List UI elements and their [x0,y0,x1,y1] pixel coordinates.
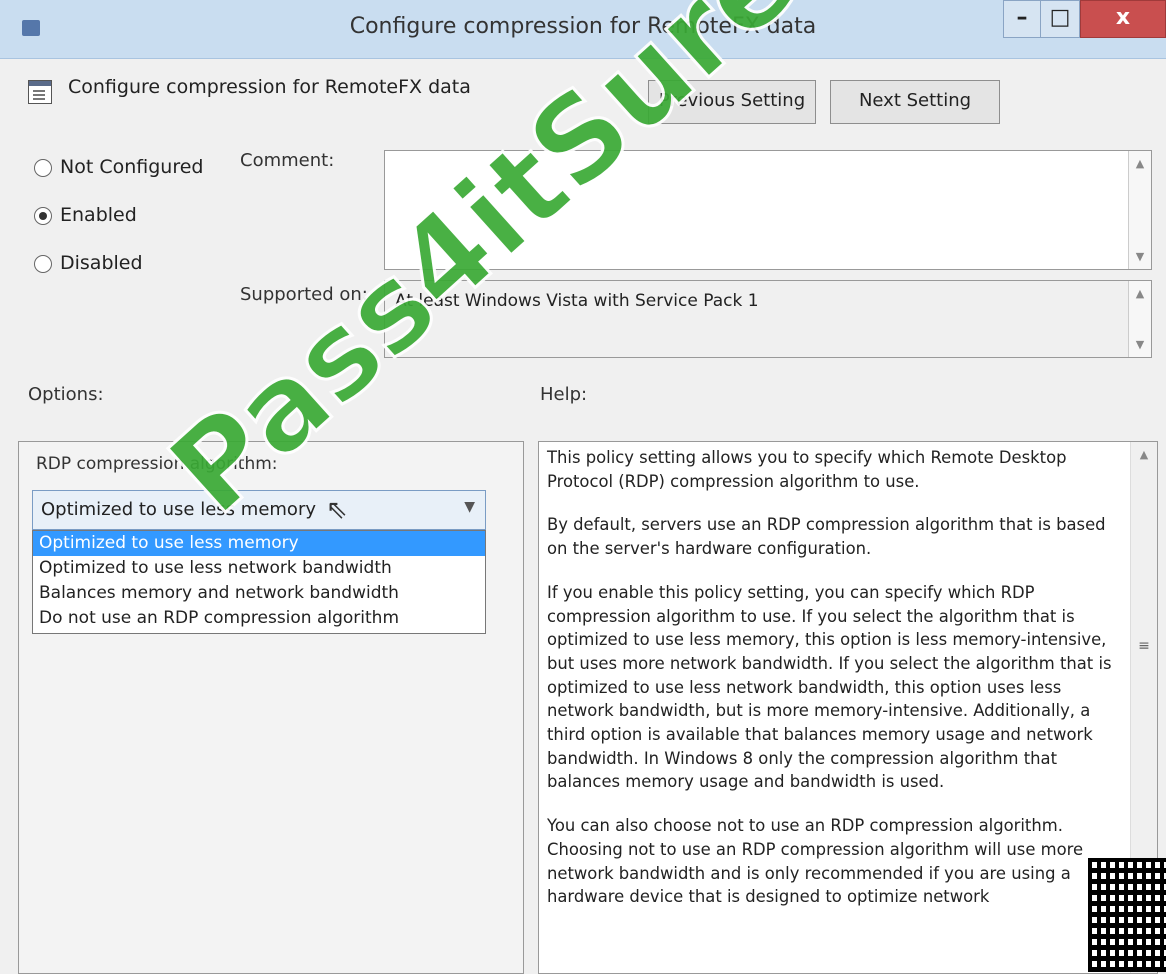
radio-button[interactable] [34,206,52,225]
help-paragraph: By default, servers use an RDP compressi… [547,515,1106,559]
minimize-button[interactable]: – [1003,0,1041,38]
scroll-grip-icon[interactable]: ≡ [1131,638,1157,654]
next-setting-button[interactable]: Next Setting [830,80,1000,124]
help-text-box: This policy setting allows you to specif… [538,441,1158,974]
radio-label: Not Configured [60,156,204,178]
help-text: This policy setting allows you to specif… [547,446,1123,929]
options-heading: Options: [28,384,104,405]
policy-setting-icon [28,80,52,104]
supported-on-label: Supported on: [240,284,368,305]
radio-enabled[interactable]: Enabled [34,204,137,226]
radio-button[interactable] [34,254,52,273]
dropdown-option[interactable]: Do not use an RDP compression algorithm [33,606,485,631]
dropdown-option[interactable]: Optimized to use less memory [33,531,485,556]
dropdown-list[interactable]: Optimized to use less memory Optimized t… [32,530,486,634]
comment-scrollbar[interactable]: ▲ ▼ [1128,151,1151,269]
scroll-down-icon[interactable]: ▼ [1129,250,1151,263]
qr-code-icon [1088,858,1166,972]
help-paragraph: This policy setting allows you to specif… [547,448,1067,491]
supported-scrollbar[interactable]: ▲ ▼ [1128,281,1151,357]
comment-label: Comment: [240,150,335,171]
help-paragraph: You can also choose not to use an RDP co… [547,816,1084,907]
help-paragraph: If you enable this policy setting, you c… [547,582,1112,792]
radio-not-configured[interactable]: Not Configured [34,156,203,178]
maximize-button[interactable]: □ [1040,0,1080,38]
supported-on-value: At least Windows Vista with Service Pack… [395,291,759,311]
policy-name: Configure compression for RemoteFX data [68,76,471,98]
chevron-down-icon[interactable]: ▼ [464,499,475,515]
help-heading: Help: [540,384,588,405]
radio-label: Enabled [60,204,137,226]
scroll-up-icon[interactable]: ▲ [1129,157,1151,170]
scroll-up-icon[interactable]: ▲ [1129,287,1151,300]
title-bar: Configure compression for RemoteFX data … [0,0,1166,59]
radio-disabled[interactable]: Disabled [34,252,143,274]
radio-button[interactable] [34,158,52,177]
window-title: Configure compression for RemoteFX data [349,14,817,39]
dropdown-option[interactable]: Optimized to use less network bandwidth [33,556,485,581]
scroll-up-icon[interactable]: ▲ [1131,448,1157,461]
rdp-algorithm-dropdown[interactable]: Optimized to use less memory ▼ [32,490,486,530]
radio-label: Disabled [60,252,143,274]
supported-on-field: At least Windows Vista with Service Pack… [384,280,1152,358]
dropdown-selected-value: Optimized to use less memory [41,499,316,520]
comment-field[interactable]: ▲ ▼ [384,150,1152,270]
close-button[interactable]: x [1080,0,1166,38]
scroll-down-icon[interactable]: ▼ [1129,338,1151,351]
mouse-cursor-icon: ⇖ [326,495,348,525]
rdp-algorithm-label: RDP compression algorithm: [36,454,278,474]
previous-setting-button[interactable]: Previous Setting [648,80,816,124]
dropdown-option[interactable]: Balances memory and network bandwidth [33,581,485,606]
